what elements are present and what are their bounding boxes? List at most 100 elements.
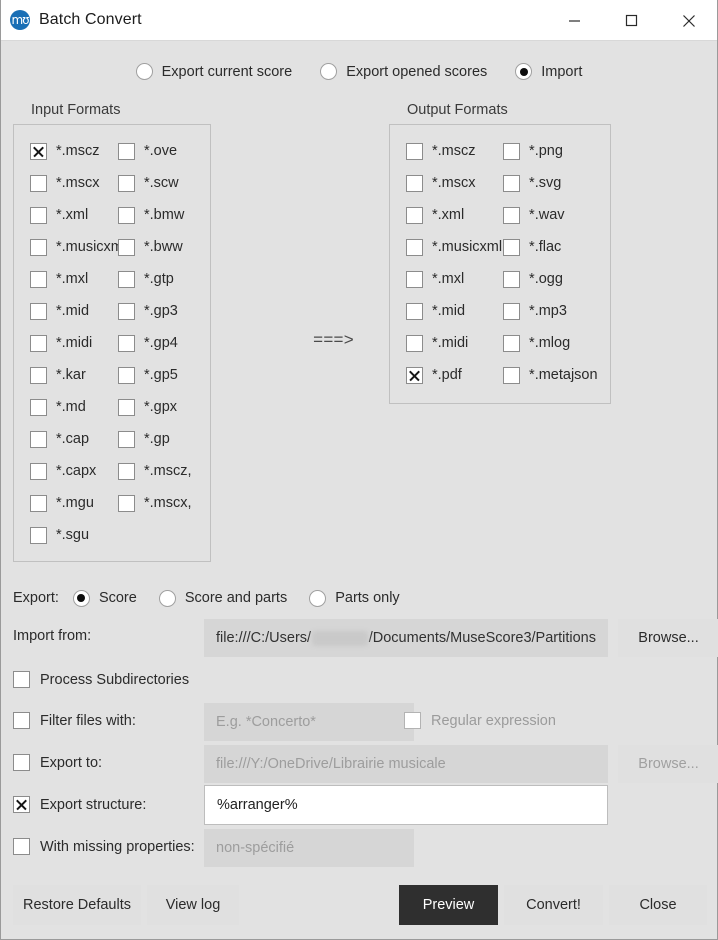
output-format-mscx[interactable]: *.mscx — [406, 167, 503, 199]
checkbox-indicator — [406, 270, 423, 288]
input-format-ove[interactable]: *.ove — [118, 135, 208, 167]
checkbox-indicator — [13, 671, 30, 688]
title-bar: mʊ Batch Convert — [1, 0, 717, 41]
input-format-sgu[interactable]: *.sgu — [30, 519, 118, 551]
output-format-mlog[interactable]: *.mlog — [503, 327, 610, 359]
input-format-mid[interactable]: *.mid — [30, 295, 118, 327]
format-label: *.mlog — [529, 335, 571, 351]
input-format-kar[interactable]: *.kar — [30, 359, 118, 391]
import-browse-button[interactable]: Browse... — [618, 619, 718, 657]
input-format-capx[interactable]: *.capx — [30, 455, 118, 487]
maximize-icon[interactable] — [603, 0, 660, 41]
output-format-mscz[interactable]: *.mscz — [406, 135, 503, 167]
import-from-field[interactable]: file:///C:/Users/ /Documents/MuseScore3/P… — [204, 619, 608, 657]
export-browse-button[interactable]: Browse... — [618, 745, 718, 783]
input-format-mxl[interactable]: *.mxl — [30, 263, 118, 295]
format-label: *.gpx — [144, 399, 178, 415]
input-format-mgu[interactable]: *.mgu — [30, 487, 118, 519]
filter-files-input[interactable]: E.g. *Concerto* — [204, 703, 414, 741]
export-to-row: Export to: file:///Y:/OneDrive/Librairie… — [13, 743, 718, 785]
checkbox-indicator — [503, 238, 521, 256]
export-to-checkbox[interactable]: Export to: — [13, 754, 102, 771]
missing-properties-input[interactable]: non-spécifié — [204, 829, 414, 867]
input-format-scw[interactable]: *.scw — [118, 167, 208, 199]
input-format-mscx[interactable]: *.mscx — [30, 167, 118, 199]
input-format-md[interactable]: *.md — [30, 391, 118, 423]
input-format-bww[interactable]: *.bww — [118, 231, 208, 263]
checkbox-indicator — [30, 238, 47, 256]
view-log-button[interactable]: View log — [147, 885, 239, 925]
input-format-mscz[interactable]: *.mscz, — [118, 455, 208, 487]
mode-radio-group: Export current score Export opened score… — [1, 41, 717, 80]
export-structure-input[interactable]: %arranger% — [204, 785, 608, 825]
process-subdirectories-checkbox[interactable]: Process Subdirectories — [13, 671, 189, 688]
restore-defaults-button[interactable]: Restore Defaults — [13, 885, 141, 925]
input-format-gp5[interactable]: *.gp5 — [118, 359, 208, 391]
regular-expression-label: Regular expression — [431, 712, 556, 729]
output-format-mp3[interactable]: *.mp3 — [503, 295, 610, 327]
input-format-gp4[interactable]: *.gp4 — [118, 327, 208, 359]
output-formats-column-1: *.mscz *.mscx *.xml *.musicxml *.mxl *.mid *.m… — [390, 135, 503, 391]
input-format-gp3[interactable]: *.gp3 — [118, 295, 208, 327]
input-formats-group: Input Formats *.mscz *.mscx *.xml *.musicxm… — [13, 102, 211, 562]
input-format-mscz[interactable]: *.mscz — [30, 135, 118, 167]
window-title: Batch Convert — [39, 11, 142, 28]
format-label: *.pdf — [432, 367, 462, 383]
input-formats-column-1: *.mscz *.mscx *.xml *.musicxml *.mxl *.mid *.m… — [14, 135, 126, 551]
output-format-musicxml[interactable]: *.musicxml — [406, 231, 503, 263]
preview-button[interactable]: Preview — [399, 885, 498, 925]
input-format-cap[interactable]: *.cap — [30, 423, 118, 455]
input-format-mscx[interactable]: *.mscx, — [118, 487, 208, 519]
import-from-value-prefix: file:///C:/Users/ — [216, 630, 312, 646]
input-format-bmw[interactable]: *.bmw — [118, 199, 208, 231]
checkbox-indicator — [503, 206, 521, 224]
export-structure-checkbox[interactable]: Export structure: — [13, 796, 146, 813]
export-scope-option-parts-only[interactable]: Parts only — [309, 589, 400, 607]
close-button[interactable]: Close — [609, 885, 707, 925]
regular-expression-checkbox[interactable]: Regular expression — [404, 712, 556, 729]
missing-properties-checkbox[interactable]: With missing properties: — [13, 838, 195, 855]
checkbox-indicator — [13, 796, 30, 813]
input-format-gtp[interactable]: *.gtp — [118, 263, 208, 295]
export-scope-option-score-and-parts[interactable]: Score and parts — [158, 589, 287, 607]
output-format-ogg[interactable]: *.ogg — [503, 263, 610, 295]
format-label: *.mscz, — [144, 463, 192, 479]
output-format-metajson[interactable]: *.metajson — [503, 359, 610, 391]
mode-option-export-opened-scores[interactable]: Export opened scores — [320, 63, 487, 80]
output-format-wav[interactable]: *.wav — [503, 199, 610, 231]
format-label: *.svg — [529, 175, 562, 191]
filter-files-checkbox[interactable]: Filter files with: — [13, 712, 136, 729]
input-format-xml[interactable]: *.xml — [30, 199, 118, 231]
output-format-mxl[interactable]: *.mxl — [406, 263, 503, 295]
checkbox-indicator — [13, 838, 30, 855]
mode-option-import[interactable]: Import — [515, 63, 582, 80]
close-icon[interactable] — [660, 0, 717, 41]
output-format-svg[interactable]: *.svg — [503, 167, 610, 199]
export-scope-option-label: Score — [98, 590, 137, 606]
output-format-mid[interactable]: *.mid — [406, 295, 503, 327]
mode-option-export-current-score[interactable]: Export current score — [135, 63, 292, 80]
export-scope-label: Export: — [13, 590, 59, 606]
redacted-username — [312, 630, 368, 646]
export-structure-label: Export structure: — [40, 796, 147, 813]
input-format-musicxml[interactable]: *.musicxml — [30, 231, 126, 263]
format-label: *.mid — [432, 303, 466, 319]
output-formats-column-2: *.png *.svg *.wav *.flac *.ogg *.mp3 *.mlog *.m… — [503, 135, 610, 391]
output-format-png[interactable]: *.png — [503, 135, 610, 167]
format-label: *.png — [529, 143, 563, 159]
input-format-gpx[interactable]: *.gpx — [118, 391, 208, 423]
export-to-input[interactable]: file:///Y:/OneDrive/Librairie musicale — [204, 745, 608, 783]
input-format-gp[interactable]: *.gp — [118, 423, 208, 455]
checkbox-indicator — [30, 142, 47, 160]
input-format-midi[interactable]: *.midi — [30, 327, 118, 359]
output-format-flac[interactable]: *.flac — [503, 231, 610, 263]
output-format-xml[interactable]: *.xml — [406, 199, 503, 231]
export-scope-option-score[interactable]: Score — [72, 589, 137, 607]
convert-button[interactable]: Convert! — [504, 885, 603, 925]
checkbox-indicator — [503, 174, 521, 192]
checkbox-indicator — [30, 334, 47, 352]
format-label: *.gtp — [144, 271, 174, 287]
output-format-pdf[interactable]: *.pdf — [406, 359, 503, 391]
output-format-midi[interactable]: *.midi — [406, 327, 503, 359]
minimize-icon[interactable] — [546, 0, 603, 41]
